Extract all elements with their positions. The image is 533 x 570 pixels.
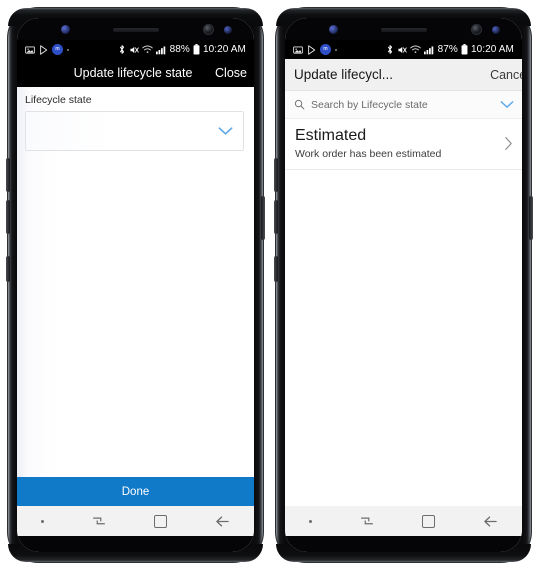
signal-bars-icon <box>155 45 167 55</box>
bottom-bezel-left <box>17 536 254 552</box>
picker-content-right: Search by Lifecycle state Estimated Work… <box>285 91 522 506</box>
page-title: Update lifecycle state <box>73 66 193 80</box>
status-bar-notifications-left: m <box>25 44 69 55</box>
bluetooth-icon <box>118 44 126 55</box>
phone-device-right: m 87% 10:20 AM Update lifecycl... Canc S… <box>274 8 533 562</box>
status-bar-system-left: 88% 10:20 AM <box>118 44 246 55</box>
list-item-subtitle: Work order has been estimated <box>295 148 442 160</box>
status-bar-left: m 88% 10:20 AM <box>17 40 254 59</box>
signal-bars-icon <box>423 45 435 55</box>
dot-icon[interactable] <box>309 519 312 523</box>
wifi-icon <box>409 45 421 54</box>
form-content-left: Lifecycle state <box>17 87 254 477</box>
chevron-down-icon[interactable] <box>500 100 514 109</box>
bottom-bezel-right <box>285 536 522 552</box>
volume-up-button-left[interactable] <box>6 158 10 192</box>
recents-icon[interactable] <box>92 515 106 527</box>
back-arrow-icon[interactable] <box>215 515 230 528</box>
app-bar-right: Update lifecycl... Cancel <box>285 59 522 91</box>
assistant-button-left[interactable] <box>6 256 10 282</box>
navigation-bar-right <box>285 506 522 536</box>
navigation-bar-left <box>17 506 254 536</box>
earpiece-speaker-icon <box>380 28 427 32</box>
volume-down-button-right[interactable] <box>274 200 278 234</box>
lifecycle-state-label: Lifecycle state <box>25 94 92 106</box>
power-button-right[interactable] <box>529 196 533 240</box>
lifecycle-state-dropdown[interactable] <box>25 111 244 151</box>
status-bar-right: m 87% 10:20 AM <box>285 40 522 59</box>
app-badge-icon: m <box>320 44 331 55</box>
image-icon <box>293 45 303 55</box>
phone-screen-right: m 87% 10:20 AM Update lifecycl... Canc S… <box>285 18 522 552</box>
list-item[interactable]: Estimated Work order has been estimated <box>285 119 522 170</box>
phone-screen-left: m 88% 10:20 AM Update lifecycle state Cl… <box>17 18 254 552</box>
assistant-button-right[interactable] <box>274 256 278 282</box>
proximity-sensor-icon <box>61 25 70 34</box>
top-bezel-right <box>285 18 522 40</box>
top-bezel-left <box>17 18 254 40</box>
dot-icon[interactable] <box>41 519 44 523</box>
iris-scanner-icon <box>224 26 232 34</box>
status-bar-clock: 10:20 AM <box>202 44 246 55</box>
play-store-icon <box>307 44 316 55</box>
volume-down-button-left[interactable] <box>6 200 10 234</box>
front-camera-icon <box>203 24 214 35</box>
earpiece-speaker-icon <box>112 28 159 32</box>
volume-mute-icon <box>129 45 139 55</box>
bluetooth-icon <box>386 44 394 55</box>
recents-icon[interactable] <box>360 515 374 527</box>
home-square-icon[interactable] <box>154 514 167 528</box>
proximity-sensor-icon <box>329 25 338 34</box>
app-bar-left: Update lifecycle state Close <box>17 59 254 87</box>
power-button-left[interactable] <box>261 196 265 240</box>
back-arrow-icon[interactable] <box>483 515 498 528</box>
done-button[interactable]: Done <box>17 477 254 506</box>
search-row[interactable]: Search by Lifecycle state <box>285 91 522 119</box>
list-item-title: Estimated <box>295 127 367 144</box>
page-title: Update lifecycl... <box>294 67 394 82</box>
battery-percent-label: 87% <box>437 44 458 55</box>
front-camera-icon <box>471 24 482 35</box>
volume-mute-icon <box>397 45 407 55</box>
status-bar-clock: 10:20 AM <box>470 44 514 55</box>
dual-phone-screenshot: m 88% 10:20 AM Update lifecycle state Cl… <box>0 0 533 570</box>
battery-icon <box>461 44 468 55</box>
volume-up-button-right[interactable] <box>274 158 278 192</box>
chevron-right-icon[interactable] <box>504 136 513 151</box>
close-button[interactable]: Close <box>205 66 247 80</box>
app-badge-icon: m <box>52 44 63 55</box>
status-bar-notifications-right: m <box>293 44 337 55</box>
home-square-icon[interactable] <box>422 514 435 528</box>
play-store-icon <box>39 44 48 55</box>
chevron-down-icon[interactable] <box>218 126 233 136</box>
iris-scanner-icon <box>492 26 500 34</box>
battery-percent-label: 88% <box>169 44 190 55</box>
status-bar-system-right: 87% 10:20 AM <box>386 44 514 55</box>
search-icon <box>294 99 305 110</box>
search-input[interactable]: Search by Lifecycle state <box>311 99 494 111</box>
image-icon <box>25 45 35 55</box>
dot-icon <box>67 48 69 51</box>
list-item-texts: Estimated Work order has been estimated <box>295 126 504 160</box>
wifi-icon <box>141 45 153 54</box>
dot-icon <box>335 48 337 51</box>
battery-icon <box>193 44 200 55</box>
cancel-button[interactable]: Cancel <box>490 68 522 82</box>
phone-device-left: m 88% 10:20 AM Update lifecycle state Cl… <box>6 8 265 562</box>
